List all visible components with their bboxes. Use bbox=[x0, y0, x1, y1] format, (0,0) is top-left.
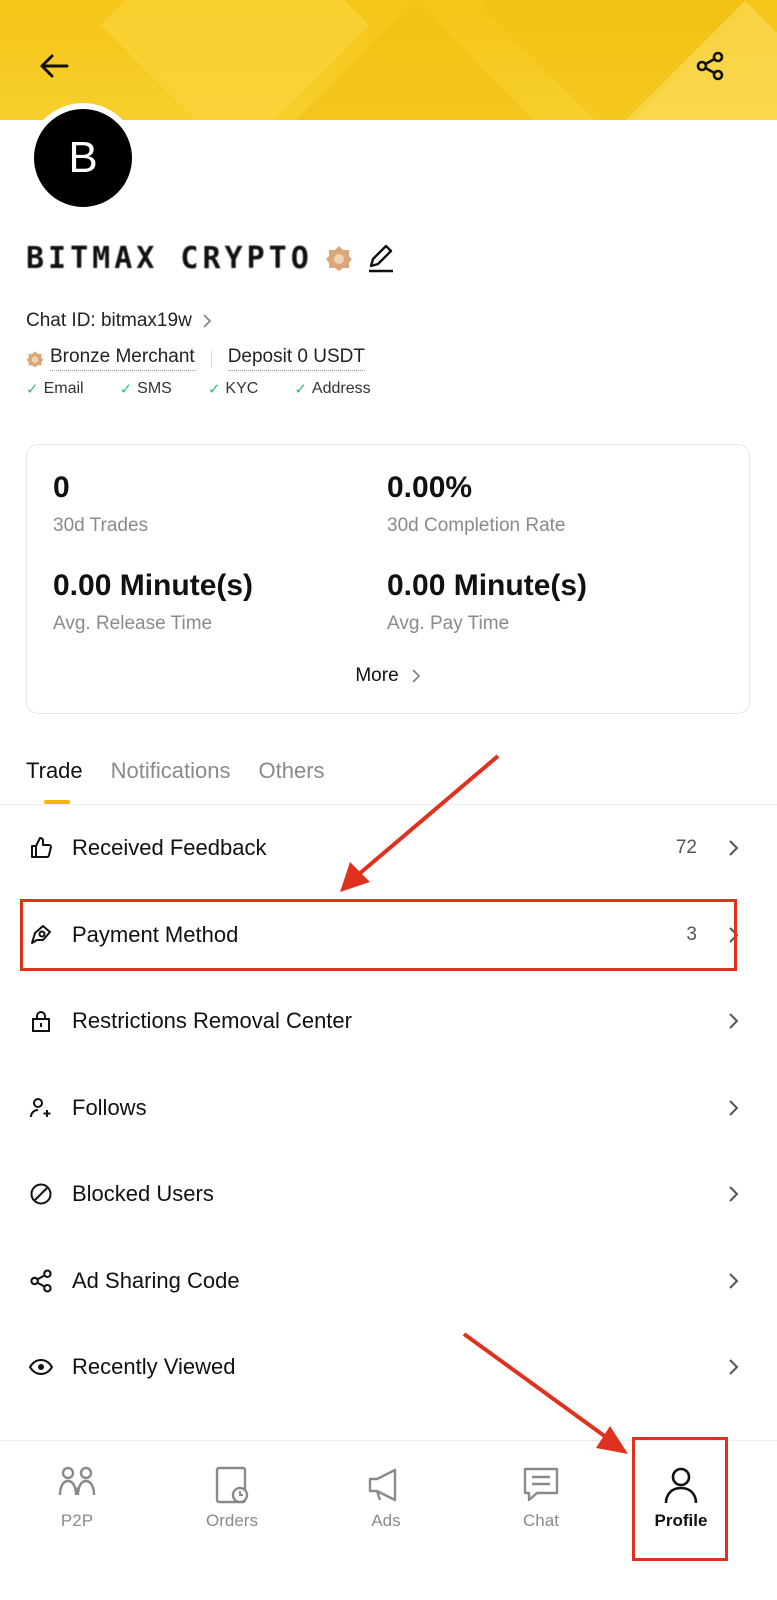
tab-others[interactable]: Others bbox=[259, 758, 325, 784]
menu-item-label: Ad Sharing Code bbox=[72, 1268, 240, 1293]
check-icon: ✓ bbox=[207, 381, 221, 398]
bronze-badge-icon bbox=[325, 246, 352, 271]
share-icon bbox=[696, 51, 724, 81]
menu-item-label: Restrictions Removal Center bbox=[72, 1008, 352, 1033]
chevron-right-icon bbox=[729, 840, 739, 856]
chat-icon bbox=[523, 1467, 559, 1502]
avatar-letter: B bbox=[68, 133, 98, 182]
tab-trade[interactable]: Trade bbox=[26, 758, 83, 804]
verify-kyc: ✓ KYC bbox=[207, 380, 259, 398]
chevron-right-icon bbox=[203, 314, 212, 328]
stat-value: 0.00 Minute(s) bbox=[53, 569, 254, 602]
stat-completion-rate: 0.00% 30d Completion Rate bbox=[387, 471, 566, 537]
menu-item-recently-viewed[interactable]: Recently Viewed bbox=[0, 1324, 777, 1410]
check-icon: ✓ bbox=[26, 381, 39, 398]
merchant-row: Bronze Merchant Deposit 0 USDT bbox=[26, 346, 365, 371]
chevron-right-icon bbox=[729, 1359, 739, 1375]
stat-value: 0.00% bbox=[387, 471, 473, 504]
stat-release-time: 0.00 Minute(s) Avg. Release Time bbox=[53, 569, 253, 635]
chevron-right-icon bbox=[729, 1013, 739, 1029]
stat-value: 0.00 Minute(s) bbox=[387, 569, 588, 602]
payment-method-highlight bbox=[20, 899, 737, 971]
p2p-icon bbox=[58, 1466, 96, 1496]
chevron-right-icon bbox=[729, 1273, 739, 1289]
profile-name: BITMAX CRYPTO bbox=[26, 240, 313, 276]
tab-notifications[interactable]: Notifications bbox=[111, 758, 231, 784]
nav-label: Orders bbox=[206, 1511, 258, 1530]
eye-icon bbox=[28, 1354, 54, 1380]
nav-chat[interactable]: Chat bbox=[481, 1465, 601, 1531]
chevron-right-icon bbox=[412, 669, 420, 683]
nav-ads[interactable]: Ads bbox=[326, 1465, 446, 1531]
nav-orders[interactable]: Orders bbox=[172, 1465, 292, 1531]
avatar: B bbox=[28, 103, 138, 213]
menu-item-label: Blocked Users bbox=[72, 1181, 214, 1206]
share-icon bbox=[28, 1268, 54, 1294]
menu-item-follows[interactable]: Follows bbox=[0, 1065, 777, 1151]
bronze-badge-small-icon bbox=[26, 350, 44, 367]
menu-item-received-feedback[interactable]: Received Feedback 72 bbox=[0, 805, 777, 891]
menu-item-blocked-users[interactable]: Blocked Users bbox=[0, 1151, 777, 1237]
arrow-left-icon bbox=[40, 54, 69, 78]
chat-id: Chat ID: bitmax19w bbox=[26, 310, 192, 331]
deposit-amount[interactable]: Deposit 0 USDT bbox=[227, 346, 365, 371]
nav-label: Chat bbox=[523, 1511, 559, 1530]
stat-pay-time: 0.00 Minute(s) Avg. Pay Time bbox=[387, 569, 587, 635]
share-button[interactable] bbox=[690, 46, 730, 86]
divider bbox=[210, 349, 212, 368]
nav-label: P2P bbox=[60, 1511, 94, 1530]
chevron-right-icon bbox=[729, 1100, 739, 1116]
check-icon: ✓ bbox=[294, 381, 307, 398]
stats-card: 0 30d Trades 0.00% 30d Completion Rate 0… bbox=[26, 444, 750, 714]
stat-value: 0 bbox=[53, 471, 70, 504]
orders-icon bbox=[215, 1466, 249, 1504]
blocked-icon bbox=[28, 1181, 54, 1207]
menu-item-label: Received Feedback bbox=[72, 835, 267, 860]
edit-icon[interactable] bbox=[365, 242, 397, 274]
menu-item-label: Follows bbox=[72, 1095, 147, 1120]
megaphone-icon bbox=[368, 1468, 397, 1502]
thumbs-up-icon bbox=[28, 835, 54, 861]
check-icon: ✓ bbox=[119, 381, 133, 398]
chevron-right-icon bbox=[729, 1186, 739, 1202]
menu-item-count: 72 bbox=[675, 837, 697, 858]
profile-name-row: BITMAX CRYPTO bbox=[26, 236, 397, 280]
stat-trades: 0 30d Trades bbox=[53, 471, 148, 537]
stat-label: Avg. Pay Time bbox=[387, 613, 510, 634]
menu-item-label: Recently Viewed bbox=[72, 1354, 236, 1379]
profile-highlight bbox=[632, 1437, 728, 1561]
menu-item-ad-sharing-code[interactable]: Ad Sharing Code bbox=[0, 1238, 777, 1324]
stat-label: 30d Trades bbox=[53, 515, 149, 536]
stat-label: 30d Completion Rate bbox=[387, 515, 566, 536]
chat-id-row[interactable]: Chat ID: bitmax19w bbox=[26, 310, 212, 332]
nav-p2p[interactable]: P2P bbox=[17, 1465, 137, 1531]
lock-icon bbox=[28, 1008, 54, 1034]
user-plus-icon bbox=[28, 1095, 54, 1121]
nav-label: Ads bbox=[371, 1511, 401, 1530]
verify-sms: ✓ SMS bbox=[119, 380, 172, 398]
verification-row: ✓ Email ✓ SMS ✓ KYC ✓ Address bbox=[26, 380, 407, 398]
more-label: More bbox=[355, 665, 399, 686]
verify-email: ✓ Email bbox=[26, 380, 84, 398]
merchant-level[interactable]: Bronze Merchant bbox=[50, 346, 195, 371]
profile-header-banner bbox=[0, 0, 777, 120]
more-button[interactable]: More bbox=[27, 665, 749, 687]
tab-bar: Trade Notifications Others bbox=[26, 758, 353, 804]
verify-address: ✓ Address bbox=[294, 380, 371, 398]
menu-item-restrictions-removal-center[interactable]: Restrictions Removal Center bbox=[0, 978, 777, 1064]
back-button[interactable] bbox=[34, 46, 74, 86]
stat-label: Avg. Release Time bbox=[53, 613, 213, 634]
